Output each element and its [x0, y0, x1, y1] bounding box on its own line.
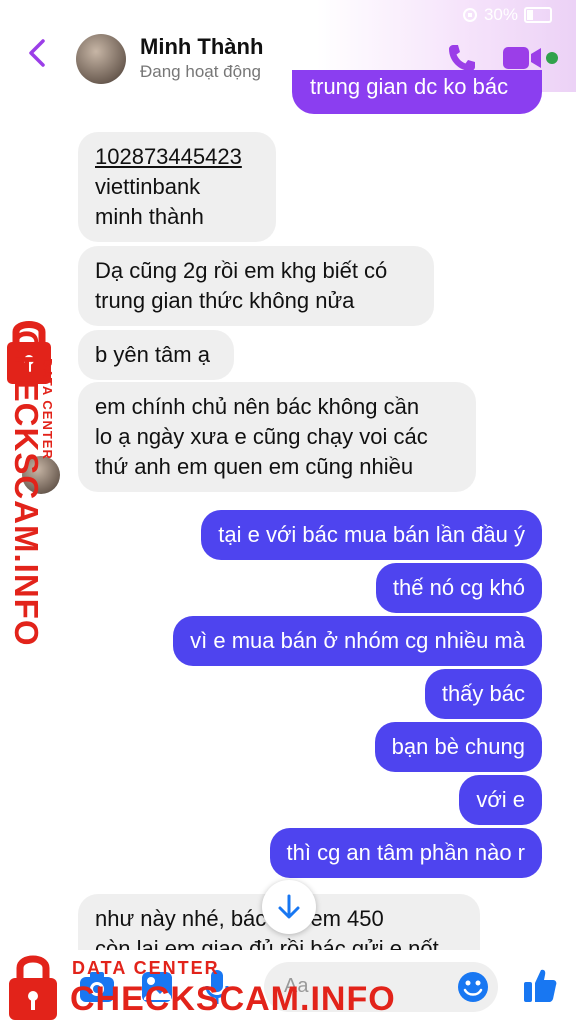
message-text: với e: [476, 787, 525, 812]
status-bar: 30%: [462, 5, 552, 25]
message-bubble-outgoing[interactable]: trung gian dc ko bác: [292, 70, 542, 114]
lock-icon: [9, 955, 57, 1020]
message-line: em chính chủ nên bác không cần: [95, 394, 420, 419]
message-bubble-outgoing[interactable]: vì e mua bán ở nhóm cg nhiều mà: [173, 616, 542, 666]
message-bubble-incoming[interactable]: 102873445423 viettinbank minh thành: [78, 132, 276, 242]
message-bubble-outgoing[interactable]: thế nó cg khó: [375, 563, 542, 613]
contact-activity-status: Đang hoạt động: [140, 62, 261, 81]
message-text: thấy bác: [441, 681, 525, 706]
message-line: thứ anh em quen em cũng nhiều: [95, 454, 414, 479]
scroll-to-bottom-button[interactable]: [262, 880, 316, 934]
message-text: bạn bè chung: [391, 734, 525, 759]
message-bubble-outgoing[interactable]: thì cg an tâm phần nào r: [269, 828, 542, 878]
battery-percent: 30%: [483, 5, 518, 24]
scroll-down-arrow-icon: [278, 894, 300, 919]
contact-name[interactable]: Minh Thành: [140, 34, 263, 60]
contact-avatar[interactable]: [76, 34, 126, 84]
message-bubble-outgoing[interactable]: tại e với bác mua bán lần đầu ý: [201, 510, 542, 560]
emoji-icon[interactable]: [456, 970, 490, 1004]
message-bubble-outgoing[interactable]: bạn bè chung: [374, 722, 542, 772]
message-text: thì cg an tâm phần nào r: [286, 840, 526, 865]
message-bubble-outgoing[interactable]: thấy bác: [424, 669, 542, 719]
watermark-checkscam-vertical: CHECKSCAM.INFO: [8, 330, 45, 647]
message-text: trung gian dc ko bác: [310, 74, 509, 99]
message-text: b yên tâm ạ: [95, 342, 210, 367]
message-line: lo ạ ngày xưa e cũng chạy voi các: [95, 424, 428, 449]
message-line: Dạ cũng 2g rồi em khg biết có: [95, 258, 388, 283]
message-text: tại e với bác mua bán lần đầu ý: [218, 522, 525, 547]
message-bubble-incoming[interactable]: Dạ cũng 2g rồi em khg biết có trung gian…: [78, 246, 434, 326]
message-line: minh thành: [95, 204, 204, 229]
video-camera-icon[interactable]: [502, 44, 542, 72]
back-chevron-icon[interactable]: [26, 38, 48, 68]
message-line: viettinbank: [95, 174, 201, 199]
message-bubble-incoming[interactable]: b yên tâm ạ: [78, 330, 234, 380]
message-bubble-outgoing[interactable]: với e: [459, 775, 542, 825]
message-line: trung gian thức không nửa: [95, 288, 355, 313]
thumbs-up-icon[interactable]: [522, 966, 558, 1004]
message-text: thế nó cg khó: [392, 575, 525, 600]
message-bubble-incoming[interactable]: em chính chủ nên bác không cần lo ạ ngày…: [78, 382, 476, 492]
online-indicator: [546, 52, 558, 64]
watermark-data-center: DATA CENTER: [72, 958, 220, 978]
account-number-link[interactable]: 102873445423: [95, 142, 259, 172]
message-text: vì e mua bán ở nhóm cg nhiều mà: [190, 628, 525, 653]
orientation-lock-icon: [462, 8, 477, 22]
battery-icon: [524, 7, 552, 23]
watermark-checkscam: CHECKSCAM.INFO: [70, 980, 396, 1018]
